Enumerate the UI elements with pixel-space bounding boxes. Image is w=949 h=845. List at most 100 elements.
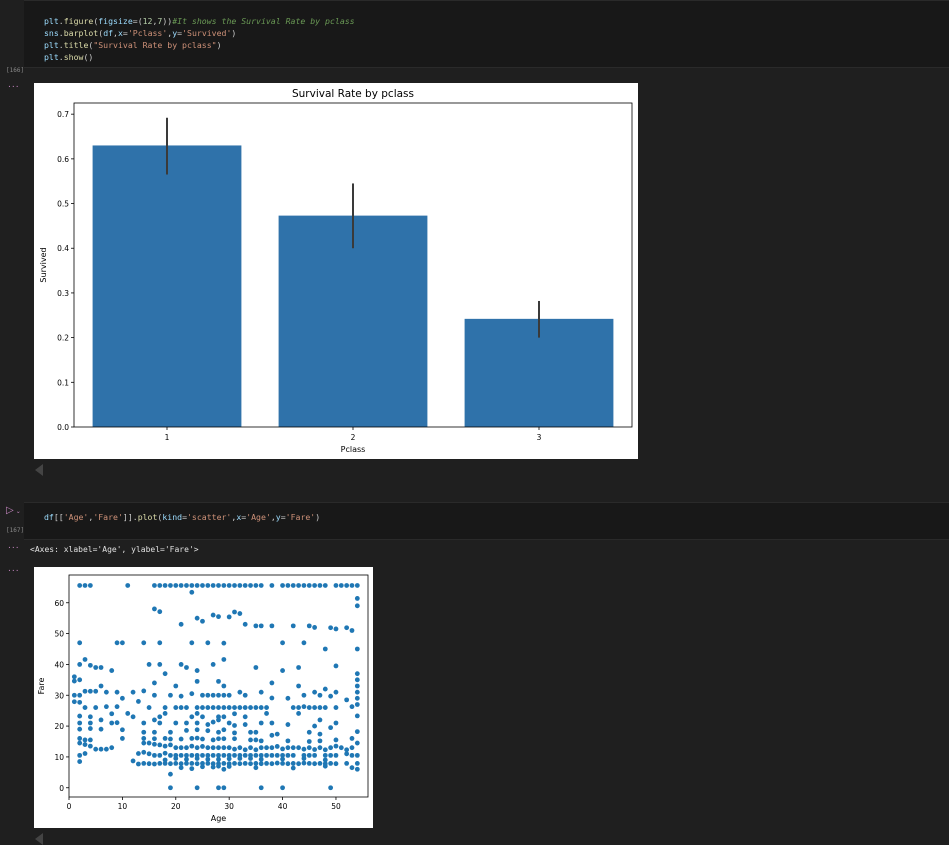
scatter-point [200, 692, 205, 698]
scatter-point [189, 736, 195, 741]
scatter-point [285, 761, 291, 767]
scatter-point [200, 736, 205, 742]
code-token: 'scatter' [187, 512, 232, 522]
scatter-point [98, 726, 104, 732]
scatter-point [194, 735, 200, 741]
collapse-arrow-icon[interactable] [35, 833, 43, 845]
scatter-point [328, 745, 334, 751]
scatter-point [232, 736, 237, 742]
scatter-point [216, 756, 221, 762]
scatter-point [301, 640, 307, 646]
scatter-point [200, 583, 205, 588]
scatter-point [258, 756, 264, 762]
code-line[interactable]: plt.figure(figsize=(12,7))#It shows the … [44, 15, 355, 27]
scatter-point [178, 621, 184, 627]
y-tick-label: 20 [54, 722, 64, 731]
code-token: plot [137, 512, 158, 522]
scatter-point [77, 692, 83, 698]
scatter-point [173, 756, 179, 761]
code-cell-2[interactable]: df[['Age','Fare']].plot(kind='scatter',x… [24, 502, 949, 540]
output-menu-icon[interactable]: ... [8, 541, 20, 551]
scatter-point [312, 583, 318, 588]
code-line[interactable]: plt.title("Survival Rate by pclass") [44, 39, 355, 51]
code-editor[interactable]: df[['Age','Fare']].plot(kind='scatter',x… [44, 511, 320, 523]
scatter-point [253, 729, 259, 735]
scatter-point [296, 665, 301, 670]
scatter-point [194, 745, 200, 751]
play-icon[interactable]: ▷ ⌄ [6, 505, 21, 516]
scatter-point [146, 705, 152, 710]
scatter-point [194, 761, 200, 767]
scatter-point [162, 705, 168, 710]
scatter-point [168, 771, 173, 777]
code-token: barplot [63, 28, 99, 38]
scatter-point [354, 695, 360, 701]
code-token: title [63, 40, 89, 50]
scatter-point [237, 689, 243, 695]
scatter-point [280, 583, 285, 588]
chevron-down-icon[interactable]: ⌄ [16, 508, 21, 515]
code-token: df [44, 512, 54, 522]
output-menu-icon[interactable]: ... [8, 80, 20, 90]
code-cell-1[interactable]: plt.figure(figsize=(12,7))#It shows the … [24, 0, 949, 68]
scatter-point [216, 692, 221, 698]
scatter-point [322, 752, 328, 758]
scatter-point [253, 752, 259, 758]
scatter-point [210, 719, 216, 725]
y-tick-label: 50 [54, 630, 64, 639]
scatter-point [141, 729, 147, 735]
scatter-point [77, 720, 83, 726]
scatter-point [322, 583, 328, 588]
scatter-point [338, 745, 344, 751]
code-editor[interactable]: plt.figure(figsize=(12,7))#It shows the … [44, 15, 355, 63]
scatter-point [248, 729, 253, 735]
scatter-point [98, 665, 104, 670]
code-token: ) [216, 40, 222, 50]
code-token: =( [132, 16, 143, 26]
scatter-point [226, 692, 232, 698]
scatter-point [301, 704, 307, 710]
scatter-point [189, 760, 195, 766]
scatter-point [232, 760, 237, 766]
scatter-point [349, 736, 355, 741]
scatter-point [205, 728, 211, 734]
scatter-point [168, 785, 173, 791]
scatter-point [194, 711, 200, 716]
y-tick-label: 60 [54, 599, 64, 608]
scatter-point [184, 583, 189, 588]
scatter-point [210, 692, 216, 698]
scatter-point [306, 739, 312, 744]
scatter-point [280, 760, 285, 766]
code-line[interactable]: df[['Age','Fare']].plot(kind='scatter',x… [44, 511, 320, 523]
scatter-point [312, 747, 318, 752]
scatter-point [269, 583, 275, 588]
scatter-point [264, 760, 269, 766]
scatter-point [242, 752, 248, 758]
scatter-point [194, 727, 200, 733]
scatter-point [333, 743, 339, 749]
scatter-point [253, 747, 259, 753]
scatter-point [216, 614, 221, 620]
scatter-point [189, 714, 195, 720]
code-token: figsize [98, 16, 133, 26]
scatter-point [232, 711, 237, 717]
code-token: 'Survived' [182, 28, 232, 38]
y-tick-label: 0 [59, 784, 64, 793]
code-line[interactable]: plt.show() [44, 51, 355, 63]
scatter-point [333, 761, 339, 767]
scatter-point [226, 705, 232, 710]
scatter-point [333, 583, 339, 588]
scatter-point [290, 765, 296, 771]
scatter-point [194, 756, 200, 761]
scatter-point [221, 766, 227, 772]
scatter-point [178, 583, 184, 588]
scatter-point [141, 720, 147, 726]
scatter-point [77, 662, 83, 667]
scatter-point [114, 704, 120, 710]
code-line[interactable]: sns.barplot(df,x='Pclass',y='Survived') [44, 27, 355, 39]
y-tick-label: 0.4 [57, 244, 69, 253]
scatter-point [178, 752, 184, 758]
collapse-arrow-icon[interactable] [35, 464, 43, 476]
output-menu-icon[interactable]: ... [8, 564, 20, 574]
scatter-point [269, 752, 275, 758]
